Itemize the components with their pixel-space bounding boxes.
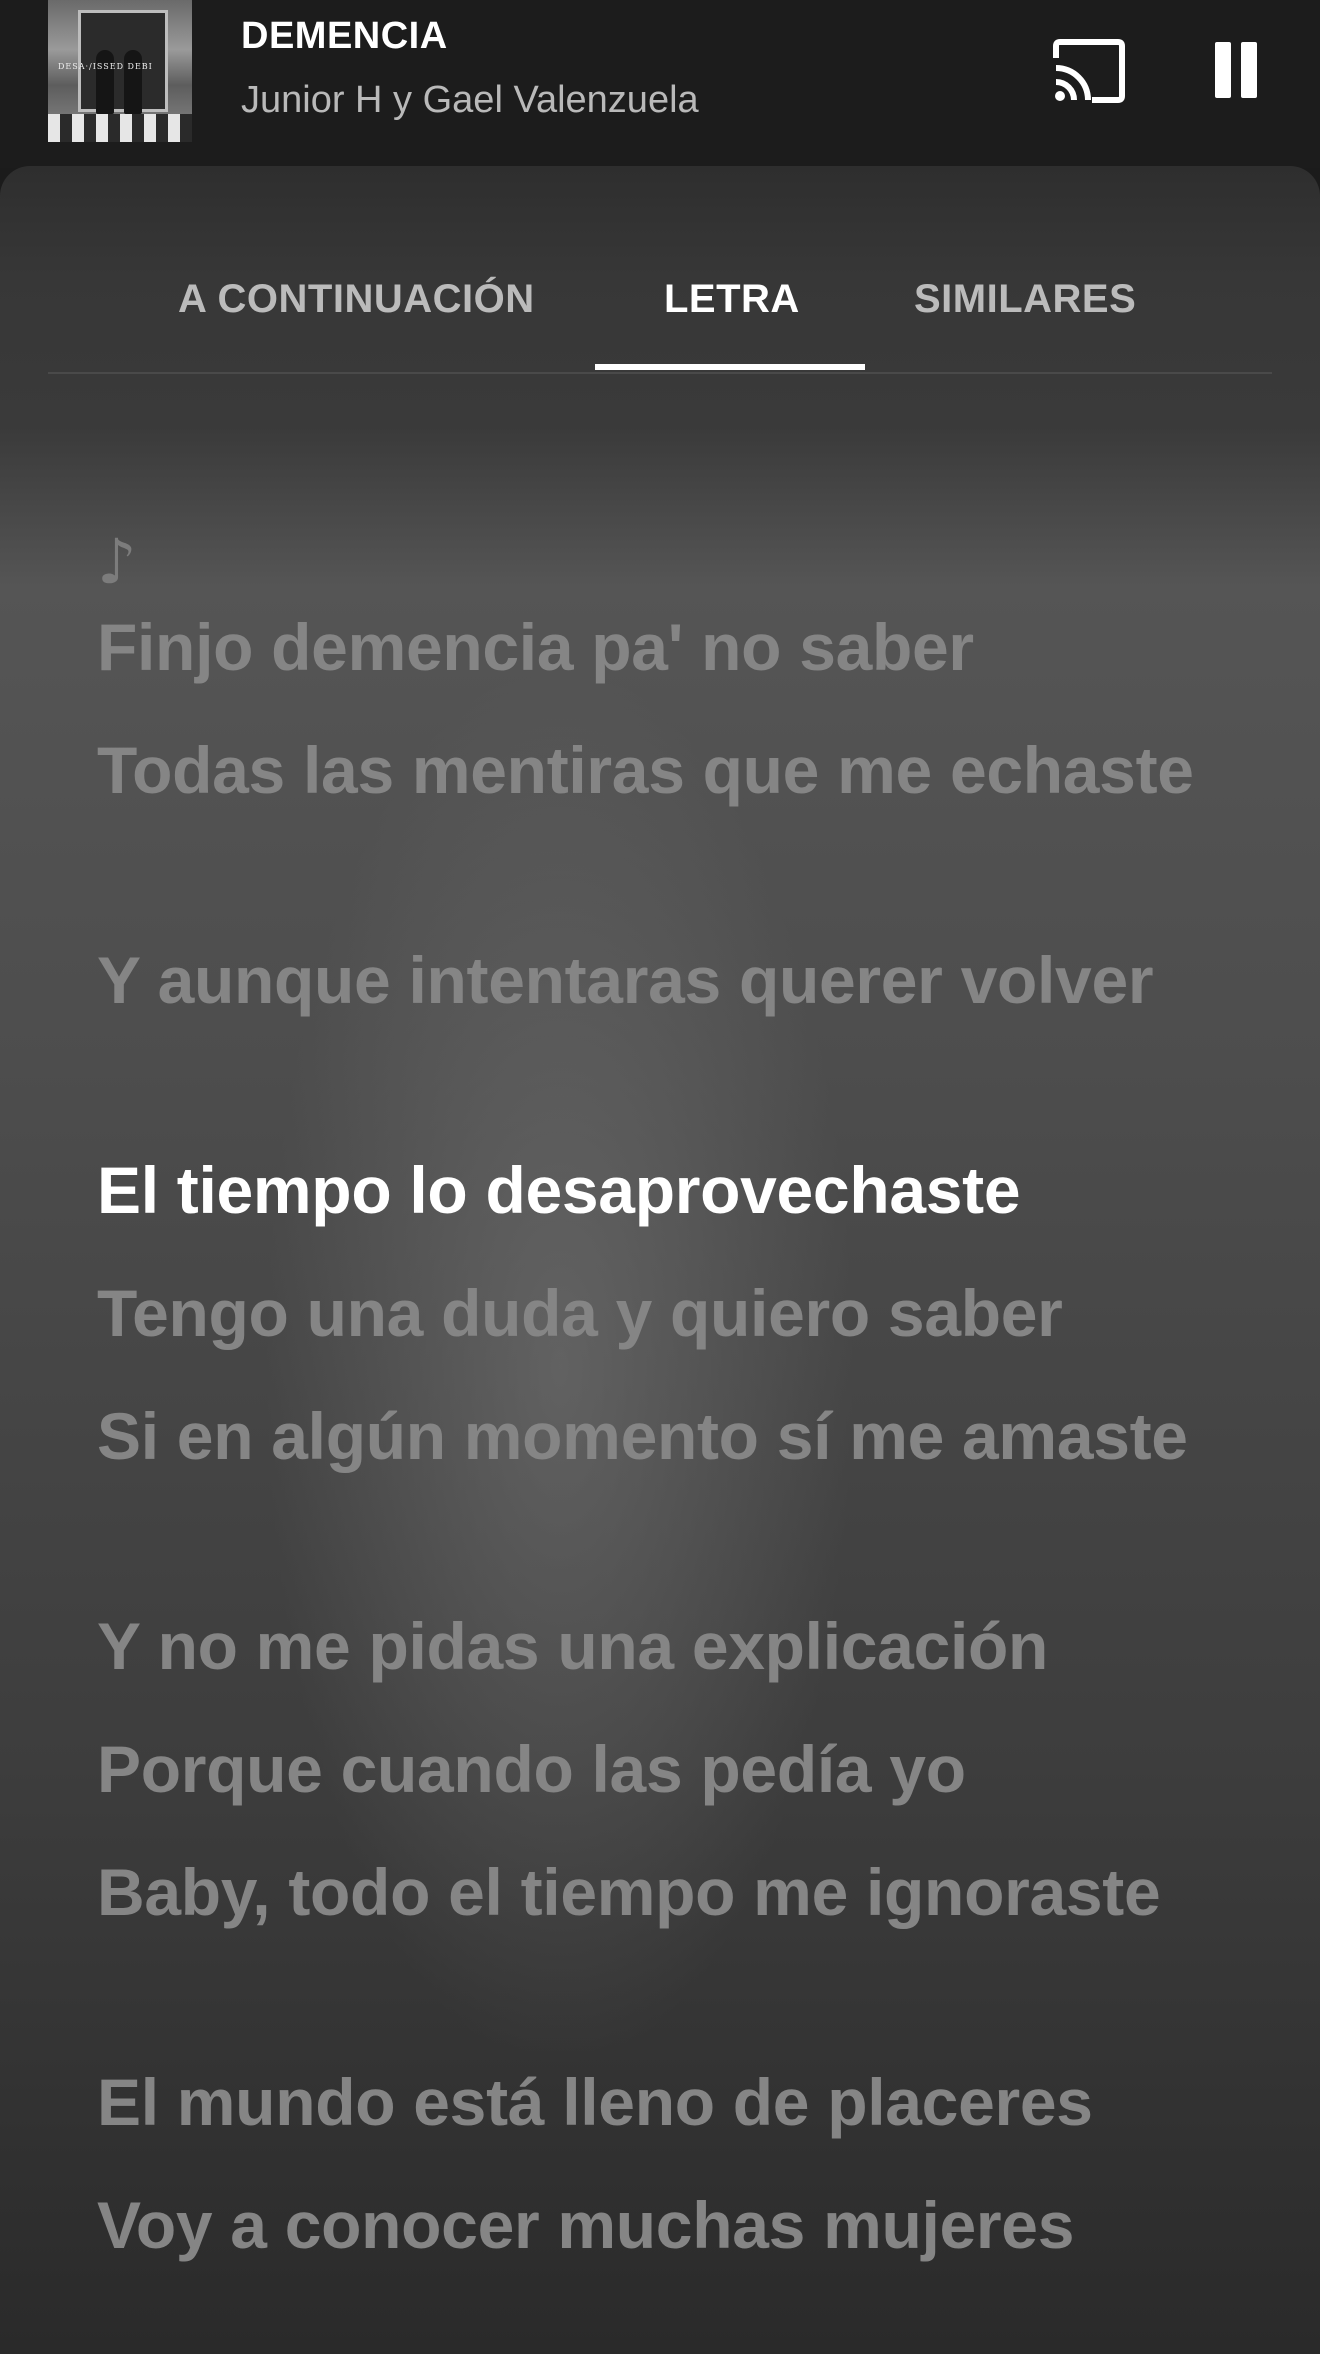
album-art-frame — [78, 10, 168, 112]
cast-icon — [1053, 39, 1125, 103]
album-art-floor — [48, 114, 192, 142]
lyric-line-current: El tiempo lo desaprovechaste — [97, 1153, 1021, 1227]
album-art[interactable]: DESA·/ISSED DEBI — [48, 0, 192, 142]
track-title: DEMENCIA — [241, 15, 448, 57]
lyric-line: Y no me pidas una explicación — [97, 1609, 1049, 1683]
tab-up-next[interactable]: A CONTINUACIÓN — [178, 277, 535, 322]
lyric-line: Baby, todo el tiempo me ignoraste — [97, 1855, 1161, 1929]
cast-button[interactable] — [1052, 38, 1126, 104]
album-cover-text: DESA·/ISSED DEBI — [58, 62, 153, 71]
pause-icon-bar — [1215, 42, 1231, 98]
pause-button[interactable] — [1206, 42, 1266, 100]
lyric-line: Voy a conocer muchas mujeres — [97, 2188, 1075, 2262]
album-art-figure — [96, 50, 114, 114]
track-artist: Junior H y Gael Valenzuela — [241, 79, 699, 121]
lyric-line: Y aunque intentaras querer volver — [97, 943, 1154, 1017]
tab-bar: A CONTINUACIÓN LETRA SIMILARES — [48, 166, 1272, 374]
lyric-line: Tengo una duda y quiero saber — [97, 1276, 1063, 1350]
lyric-line: Finjo demencia pa' no saber — [97, 610, 974, 684]
mini-player[interactable]: DESA·/ISSED DEBI DEMENCIA Junior H y Gae… — [0, 0, 1320, 168]
music-note-icon: ♪ — [97, 525, 137, 598]
active-tab-indicator — [595, 364, 865, 370]
lyric-line: Porque cuando las pedía yo — [97, 1732, 966, 1806]
tab-related[interactable]: SIMILARES — [914, 277, 1136, 322]
lyric-line: Si en algún momento sí me amaste — [97, 1399, 1188, 1473]
lyric-line: El mundo está lleno de placeres — [97, 2065, 1093, 2139]
tab-lyrics[interactable]: LETRA — [664, 277, 800, 322]
lyric-line: Todas las mentiras que me echaste — [97, 733, 1194, 807]
player-sheet: A CONTINUACIÓN LETRA SIMILARES ♪ Finjo d… — [0, 166, 1320, 2354]
pause-icon-bar — [1241, 42, 1257, 98]
album-art-figure — [124, 50, 142, 114]
